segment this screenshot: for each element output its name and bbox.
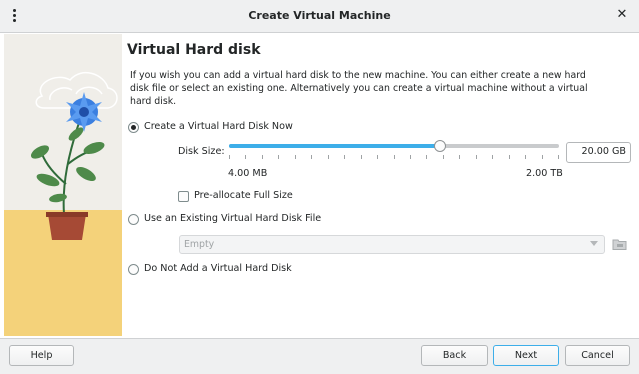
wizard-illustration — [4, 34, 122, 336]
existing-file-combo[interactable]: Empty — [179, 235, 605, 254]
slider-fill — [229, 144, 441, 148]
button-bar: Help Back Next Cancel — [0, 338, 639, 374]
disk-size-slider[interactable] — [229, 140, 559, 152]
slider-tick — [278, 155, 279, 159]
slider-tick — [245, 155, 246, 159]
disk-size-label: Disk Size: — [178, 146, 225, 157]
radio-create-now[interactable] — [128, 122, 139, 133]
radio-use-existing-label[interactable]: Use an Existing Virtual Hard Disk File — [144, 213, 321, 224]
slider-tick — [229, 155, 230, 159]
page-description: If you wish you can add a virtual hard d… — [130, 70, 588, 107]
radio-use-existing[interactable] — [128, 214, 139, 225]
close-icon[interactable]: ✕ — [615, 8, 629, 22]
help-button[interactable]: Help — [9, 345, 74, 366]
slider-tick — [443, 155, 444, 159]
page-heading: Virtual Hard disk — [127, 42, 261, 58]
slider-tick — [344, 155, 345, 159]
slider-tick — [328, 155, 329, 159]
preallocate-label[interactable]: Pre-allocate Full Size — [194, 190, 293, 201]
slider-tick — [410, 155, 411, 159]
radio-do-not-add-label[interactable]: Do Not Add a Virtual Hard Disk — [144, 263, 292, 274]
slider-tick — [542, 155, 543, 159]
slider-tick — [394, 155, 395, 159]
slider-tick — [361, 155, 362, 159]
slider-min-label: 4.00 MB — [228, 168, 268, 179]
slider-tick — [476, 155, 477, 159]
disk-size-input[interactable]: 20.00 GB — [566, 142, 631, 163]
next-button[interactable]: Next — [493, 345, 559, 366]
slider-tick — [509, 155, 510, 159]
window-title: Create Virtual Machine — [248, 9, 391, 22]
slider-tick — [558, 155, 559, 159]
dialog-body: Virtual Hard disk If you wish you can ad… — [0, 34, 639, 338]
cancel-button[interactable]: Cancel — [565, 345, 630, 366]
slider-tick — [492, 155, 493, 159]
title-bar: Create Virtual Machine ✕ — [0, 0, 639, 33]
chevron-down-icon — [590, 241, 598, 246]
slider-tick — [459, 155, 460, 159]
slider-tick — [311, 155, 312, 159]
folder-icon[interactable] — [612, 237, 627, 251]
plant-illustration — [4, 34, 122, 336]
combo-value: Empty — [184, 239, 215, 250]
slider-ticks — [229, 155, 559, 160]
radio-create-now-label[interactable]: Create a Virtual Hard Disk Now — [144, 121, 293, 132]
slider-tick — [262, 155, 263, 159]
preallocate-checkbox[interactable] — [178, 191, 189, 202]
slider-tick — [525, 155, 526, 159]
back-button[interactable]: Back — [421, 345, 488, 366]
slider-tick — [426, 155, 427, 159]
slider-tick — [295, 155, 296, 159]
radio-do-not-add[interactable] — [128, 264, 139, 275]
slider-handle[interactable] — [434, 140, 447, 152]
slider-max-label: 2.00 TB — [526, 168, 563, 179]
slider-tick — [377, 155, 378, 159]
